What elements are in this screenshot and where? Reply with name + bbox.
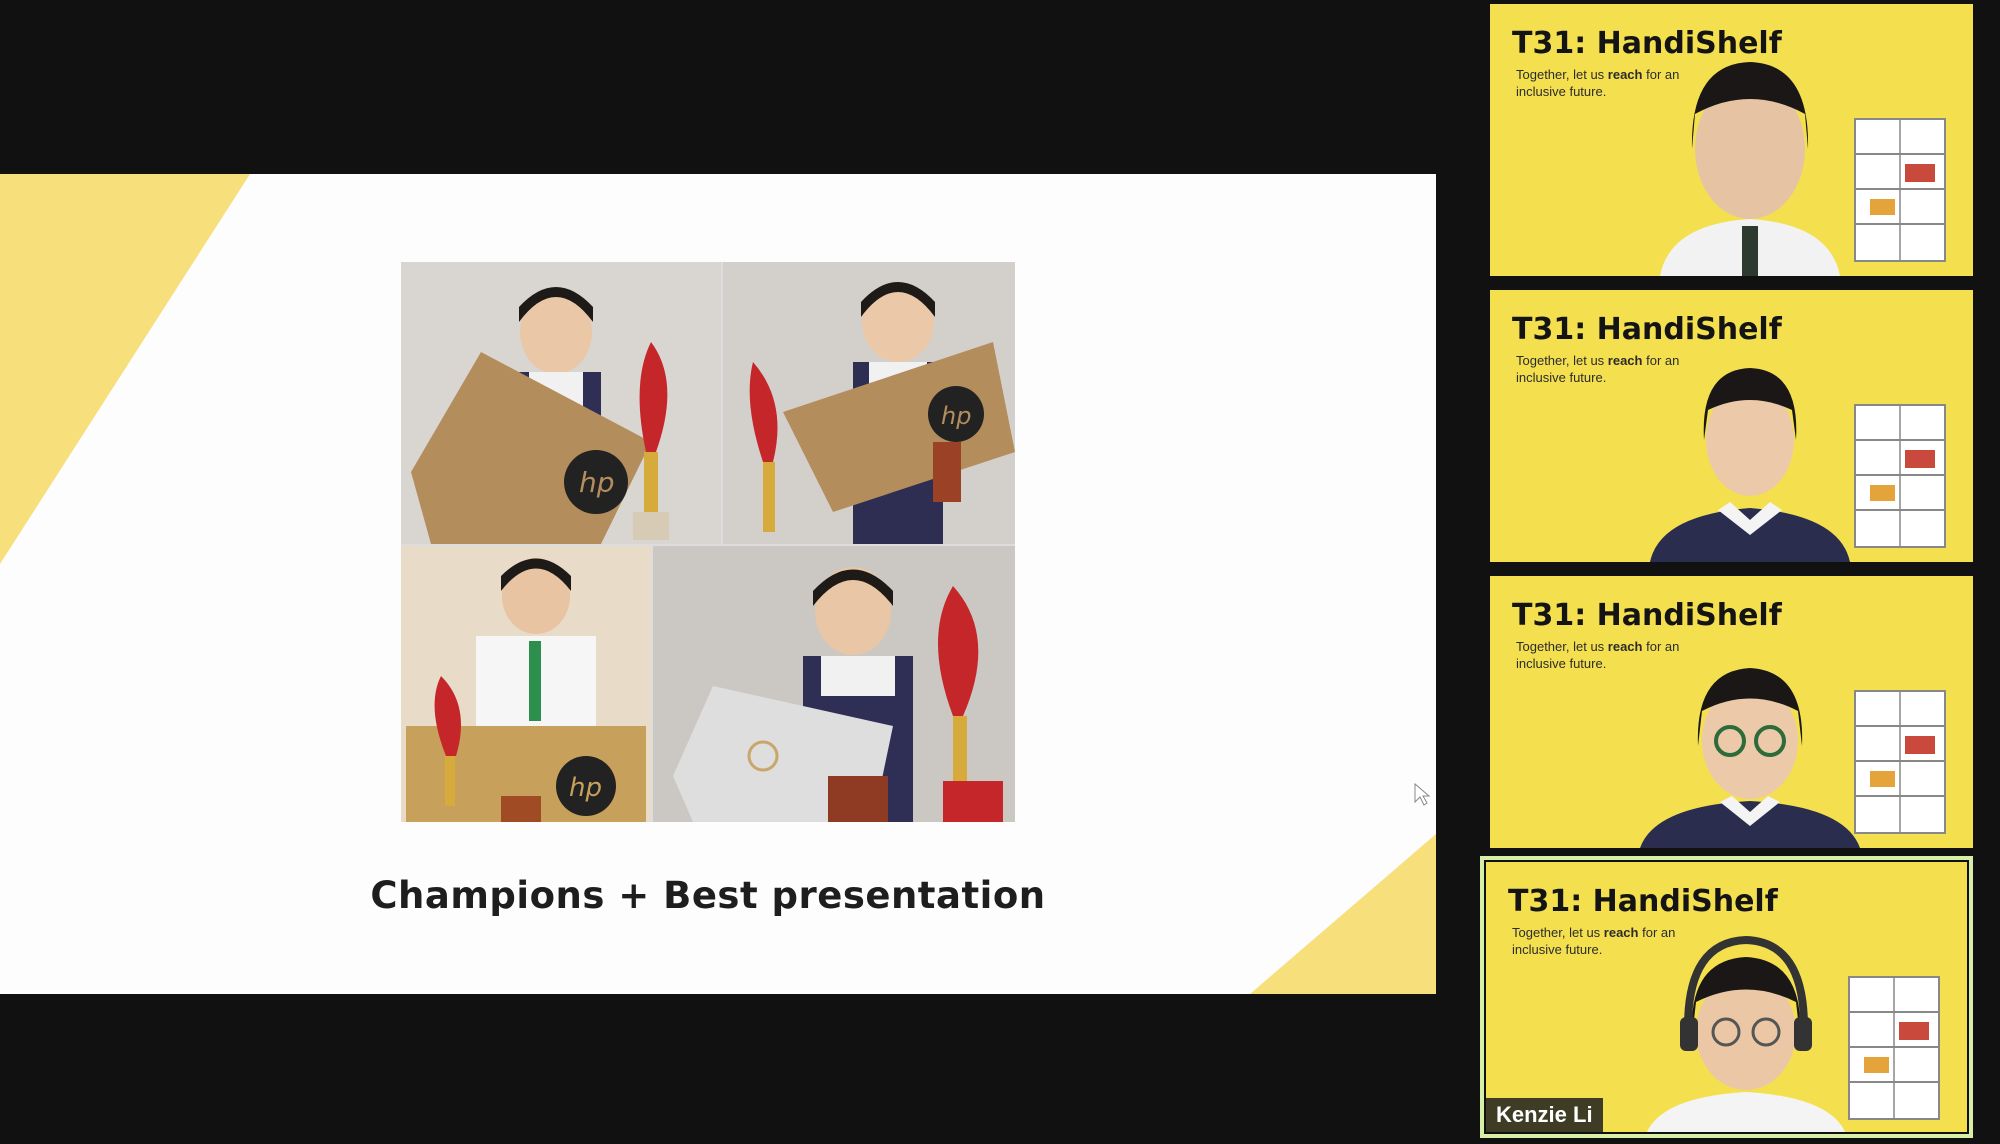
photo-student-3: hp	[401, 546, 651, 822]
participant-video-2	[1650, 368, 1850, 562]
participant-tile-active-speaker[interactable]: T31: HandiShelf Together, let us reach f…	[1480, 856, 1973, 1138]
participant-video-1	[1660, 62, 1840, 276]
svg-text:hp: hp	[579, 466, 615, 499]
photo-student-2: hp	[723, 262, 1015, 544]
svg-text:hp: hp	[941, 402, 971, 430]
participant-tile-2[interactable]: T31: HandiShelf Together, let us reach f…	[1490, 290, 1973, 562]
winners-photo-collage: hp hp hp	[401, 262, 1015, 822]
photo-student-1: hp	[401, 262, 721, 544]
slide-caption: Champions + Best presentation	[370, 874, 1046, 917]
participant-video-4	[1647, 935, 1845, 1132]
participant-tile-1[interactable]: T31: HandiShelf Together, let us reach f…	[1490, 4, 1973, 276]
participant-name-label: Kenzie Li	[1486, 1098, 1603, 1132]
photo-student-4	[653, 546, 1015, 822]
svg-text:hp: hp	[569, 773, 602, 803]
mouse-cursor-icon	[1414, 782, 1431, 806]
shared-slide: hp hp hp Champions + Best presentation	[0, 174, 1436, 994]
participant-video-3	[1640, 668, 1860, 848]
participant-tile-3[interactable]: T31: HandiShelf Together, let us reach f…	[1490, 576, 1973, 848]
